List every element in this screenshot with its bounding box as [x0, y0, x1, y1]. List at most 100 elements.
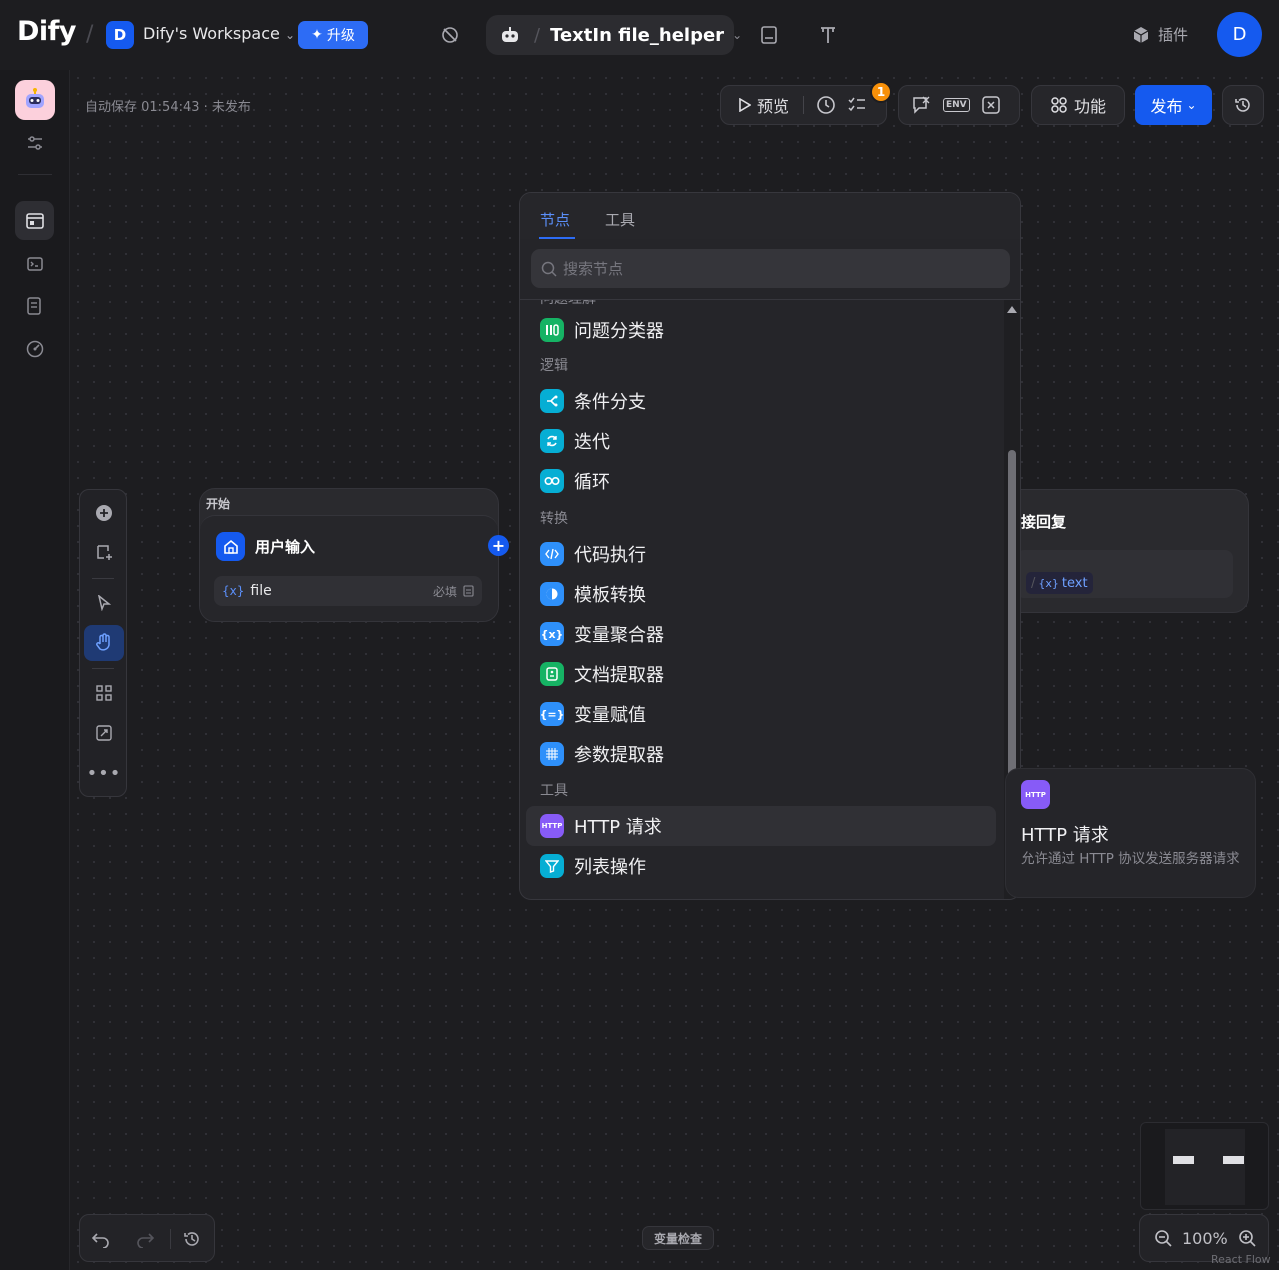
explore-icon[interactable] [440, 25, 460, 45]
variable-icon: {x} [222, 584, 245, 598]
more-icon[interactable]: ••• [84, 755, 124, 791]
scroll-up-arrow-icon[interactable] [1007, 306, 1017, 313]
minimap-node [1173, 1156, 1194, 1164]
node-item-label: 代码执行 [574, 545, 646, 566]
node-item-doc-extractor[interactable]: 文档提取器 [526, 654, 996, 694]
run-history-icon[interactable] [816, 95, 836, 115]
start-node-title: 用户输入 [255, 538, 316, 556]
robot-icon [500, 26, 520, 44]
upgrade-button[interactable]: ✦ 升级 [298, 21, 368, 49]
node-item-loop[interactable]: 循环 [526, 461, 996, 501]
autosave-status: 自动保存 01:54:43 · 未发布 [85, 100, 251, 115]
history-icon[interactable] [183, 1230, 201, 1248]
home-icon [216, 532, 245, 561]
publish-button[interactable]: 发布 ⌄ [1135, 85, 1212, 125]
start-node[interactable]: 开始 用户输入 {x} file 必填 [199, 488, 499, 622]
node-item-label: 循环 [574, 472, 610, 493]
settings-sliders-icon[interactable] [25, 133, 45, 153]
node-item-http-request[interactable]: HTTP HTTP 请求 [526, 806, 996, 846]
chat-variable-icon[interactable] [911, 96, 931, 114]
logs-list-icon[interactable] [25, 296, 45, 316]
node-item-question-classifier[interactable]: 问题分类器 [526, 310, 996, 350]
add-node-icon[interactable] [84, 495, 124, 531]
http-icon: HTTP [1021, 780, 1050, 809]
node-item-variable-aggregator[interactable]: {x} 变量聚合器 [526, 614, 996, 654]
node-item-label: HTTP 请求 [574, 817, 662, 838]
node-item-list-operator[interactable]: 列表操作 [526, 846, 996, 886]
code-icon [540, 542, 564, 566]
history-icon [1235, 98, 1250, 112]
list-filter-icon [540, 854, 564, 878]
tooltip-title: HTTP 请求 [1021, 825, 1109, 846]
version-history-button[interactable] [1222, 85, 1264, 125]
cube-icon [1132, 26, 1150, 44]
pointer-icon[interactable] [84, 585, 124, 621]
plugins-button[interactable]: 插件 [1132, 24, 1188, 45]
nav-orchestrate[interactable] [15, 201, 54, 240]
doc-extractor-icon [540, 662, 564, 686]
tab-tools[interactable]: 工具 [605, 209, 635, 230]
node-item-variable-assigner[interactable]: {=} 变量赋值 [526, 694, 996, 734]
checklist-icon[interactable] [848, 97, 866, 113]
play-icon [739, 98, 751, 112]
answer-node-title: 接回复 [1021, 513, 1067, 531]
run-toolbar: 预览 [720, 85, 887, 125]
features-button[interactable]: 功能 [1031, 85, 1125, 125]
tooltip-description: 允许通过 HTTP 协议发送服务器请求 [1021, 851, 1240, 867]
node-item-label: 列表操作 [574, 857, 646, 878]
add-note-icon[interactable] [84, 534, 124, 570]
node-description-tooltip: HTTP HTTP 请求 允许通过 HTTP 协议发送服务器请求 [1005, 768, 1256, 898]
minimap[interactable] [1140, 1122, 1269, 1210]
add-next-node-button[interactable]: + [488, 535, 509, 556]
workspace-avatar[interactable]: D [106, 21, 134, 49]
aggregator-icon: {x} [540, 622, 564, 646]
node-item-if-else[interactable]: 条件分支 [526, 381, 996, 421]
workspace-switcher[interactable]: Dify's Workspace ⌄ [143, 24, 295, 43]
dify-logo[interactable]: Dify [17, 16, 77, 47]
node-item-iteration[interactable]: 迭代 [526, 421, 996, 461]
system-variable-icon[interactable] [981, 96, 1000, 114]
search-placeholder: 搜索节点 [563, 260, 624, 278]
answer-node-content: / {x} text [1016, 550, 1233, 598]
annotation-icon[interactable] [818, 25, 838, 45]
logs-icon[interactable] [759, 25, 779, 45]
group-title-tools: 工具 [540, 783, 568, 799]
zoom-in-icon[interactable] [1238, 1229, 1256, 1247]
redo-icon[interactable] [136, 1230, 154, 1248]
preview-button[interactable]: 预览 [721, 93, 789, 117]
start-variable-row[interactable]: {x} file 必填 [214, 576, 482, 606]
env-variables-button[interactable]: ENV [943, 98, 970, 112]
upgrade-label: 升级 [326, 28, 355, 44]
organize-blocks-icon[interactable] [84, 675, 124, 711]
node-search-input[interactable]: 搜索节点 [531, 249, 1010, 288]
palette-divider [92, 668, 114, 669]
start-node-title-row: 用户输入 [216, 532, 315, 561]
toolbar-divider [803, 96, 805, 114]
answer-node[interactable]: 接回复 / {x} text [1005, 489, 1249, 613]
node-item-parameter-extractor[interactable]: 参数提取器 [526, 734, 996, 774]
node-item-label: 参数提取器 [574, 745, 664, 766]
fit-view-icon[interactable] [84, 715, 124, 751]
chevron-down-icon: ⌄ [1186, 98, 1197, 112]
node-item-code[interactable]: 代码执行 [526, 534, 996, 574]
features-label: 功能 [1073, 97, 1106, 116]
app-separator: / [534, 24, 541, 46]
app-selector[interactable]: / TextIn file_helper ⌄ [486, 15, 742, 55]
zoom-level[interactable]: 100% [1182, 1229, 1228, 1248]
hand-icon[interactable] [84, 625, 124, 661]
variable-inspect-button[interactable]: 变量检查 [642, 1226, 714, 1250]
terminal-icon[interactable] [25, 254, 45, 274]
monitor-gauge-icon[interactable] [25, 339, 45, 359]
app-name: TextIn file_helper [550, 24, 725, 46]
undo-icon[interactable] [92, 1230, 110, 1248]
react-flow-attribution[interactable]: React Flow [1211, 1253, 1271, 1266]
tab-nodes[interactable]: 节点 [540, 209, 570, 230]
node-list[interactable]: 问题理解 问题分类器 逻辑 条件分支 迭代 循环 转换 代码执行 模板转换 {x… [520, 300, 1003, 899]
search-icon [541, 261, 557, 277]
node-item-label: 问题分类器 [574, 321, 664, 342]
zoom-out-icon[interactable] [1154, 1229, 1172, 1247]
user-avatar[interactable]: D [1217, 12, 1262, 57]
node-item-template-transform[interactable]: 模板转换 [526, 574, 996, 614]
param-extractor-icon [540, 742, 564, 766]
app-icon[interactable] [15, 80, 55, 120]
